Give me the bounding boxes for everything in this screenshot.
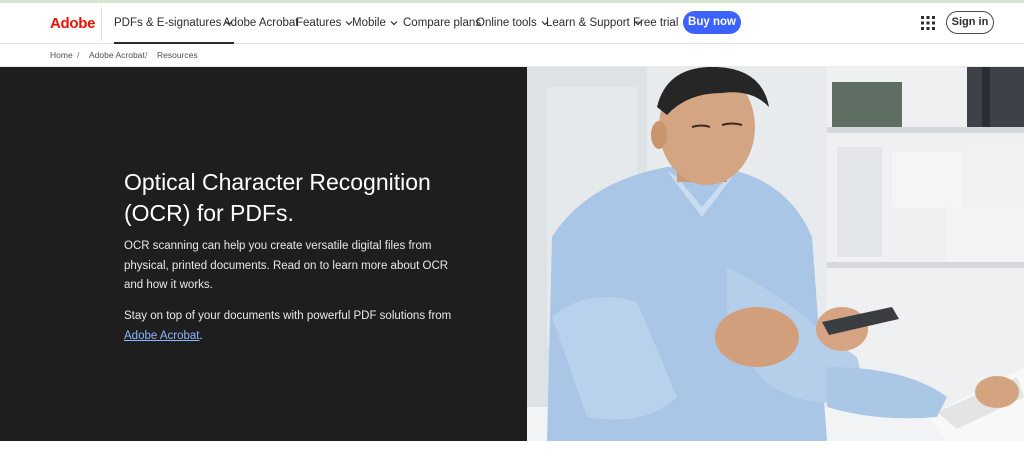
apps-grid-icon[interactable] — [921, 16, 935, 30]
nav-item-label: PDFs & E-signatures — [114, 17, 222, 29]
hero-cta-text: Stay on top of your documents with power… — [124, 307, 469, 346]
nav-item-compare-plans[interactable]: Compare plans — [403, 3, 481, 44]
nav-item-free-trial[interactable]: Free trial — [633, 3, 678, 44]
breadcrumb-separator: / — [145, 50, 148, 60]
hero-text-panel: Optical Character Recognition (OCR) for … — [0, 67, 527, 441]
breadcrumb-home[interactable]: Home — [50, 50, 73, 60]
global-nav: Adobe PDFs & E-signatures Adobe Acrobat … — [0, 3, 1024, 44]
nav-item-online-tools[interactable]: Online tools — [476, 3, 550, 44]
adobe-acrobat-link[interactable]: Adobe Acrobat — [124, 330, 199, 342]
nav-item-learn-support[interactable]: Learn & Support — [546, 3, 643, 44]
nav-item-label: Learn & Support — [546, 17, 630, 29]
title-line-1: Optical Character Recognition — [124, 169, 431, 195]
breadcrumb: Home / Adobe Acrobat / Resources — [0, 44, 1024, 67]
nav-divider — [101, 7, 102, 41]
cta-suffix: . — [199, 329, 203, 342]
nav-item-label: Adobe Acrobat — [223, 17, 299, 29]
breadcrumb-adobe-acrobat[interactable]: Adobe Acrobat — [89, 50, 145, 60]
nav-item-label: Features — [296, 17, 342, 29]
cta-text: Stay on top of your documents with power… — [124, 310, 452, 322]
breadcrumb-resources[interactable]: Resources — [157, 50, 198, 60]
nav-item-label: Online tools — [476, 17, 537, 29]
hero-image — [527, 67, 1024, 441]
nav-item-adobe-acrobat[interactable]: Adobe Acrobat — [223, 3, 298, 44]
title-line-2: (OCR) for PDFs. — [124, 200, 294, 226]
adobe-logo[interactable]: Adobe — [50, 15, 95, 32]
hero-description: OCR scanning can help you create versati… — [124, 240, 449, 291]
nav-item-pdfs-esignatures[interactable]: PDFs & E-signatures — [114, 3, 235, 44]
page-title: Optical Character Recognition (OCR) for … — [124, 167, 484, 229]
sign-in-button[interactable]: Sign in — [946, 11, 994, 34]
breadcrumb-separator: / — [77, 50, 80, 60]
page-bottom-area — [0, 441, 1024, 462]
nav-item-label: Free trial — [633, 17, 679, 29]
nav-item-label: Compare plans — [403, 17, 481, 29]
nav-item-mobile[interactable]: Mobile — [352, 3, 399, 44]
buy-now-button[interactable]: Buy now — [683, 11, 741, 34]
chevron-down-icon — [389, 18, 399, 28]
nav-item-label: Mobile — [352, 17, 386, 29]
nav-item-features[interactable]: Features — [296, 3, 354, 44]
hero-section: Optical Character Recognition (OCR) for … — [0, 67, 1024, 441]
